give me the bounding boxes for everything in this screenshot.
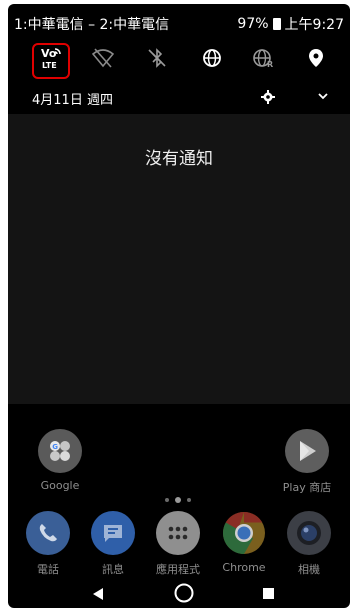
gear-icon[interactable] (261, 90, 275, 104)
page-dot (165, 498, 169, 502)
app-drawer-icon (156, 511, 200, 555)
bluetooth-tile[interactable] (137, 38, 177, 78)
home-icon[interactable] (174, 583, 194, 603)
phone-app[interactable]: 電話 (13, 511, 83, 577)
messages-app[interactable]: 訊息 (78, 511, 148, 577)
back-icon[interactable] (92, 587, 104, 601)
google-folder[interactable]: G Google (25, 429, 95, 492)
app-label: 相機 (298, 563, 320, 576)
phone-screen: 1:中華電信 – 2:中華電信 97% 上午9:27 Vo LTE R 4月11… (8, 4, 350, 608)
play-store-icon (285, 429, 329, 473)
location-tile[interactable] (296, 38, 336, 78)
phone-icon (26, 511, 70, 555)
messages-icon (91, 511, 135, 555)
wifi-tile[interactable] (83, 38, 123, 78)
date-text: 4月11日 週四 (32, 93, 113, 108)
chrome-icon (222, 511, 266, 555)
svg-text:R: R (267, 60, 273, 68)
location-icon (309, 49, 323, 67)
wifi-off-icon (92, 48, 114, 68)
carrier-text: 1:中華電信 – 2:中華電信 (14, 17, 170, 33)
volte-highlight-box (32, 43, 70, 79)
app-label: Play 商店 (282, 481, 332, 494)
battery-icon (272, 18, 281, 30)
roaming-tile[interactable]: R (244, 38, 284, 78)
globe-roaming-icon: R (253, 49, 273, 68)
app-label: Chrome (222, 561, 266, 574)
notification-shade: 沒有通知 (8, 114, 350, 404)
shade-header: 4月11日 週四 (8, 86, 350, 108)
clock: 上午9:27 (284, 17, 344, 33)
play-store-app[interactable]: Play 商店 (272, 429, 342, 495)
globe-icon (203, 49, 221, 67)
app-label: Google (40, 479, 80, 492)
chrome-app[interactable]: Chrome (209, 511, 279, 574)
navigation-bar (8, 578, 350, 608)
page-dot (187, 498, 191, 502)
recents-icon[interactable] (263, 588, 274, 599)
page-dot-active (175, 497, 181, 503)
svg-text:G: G (52, 443, 58, 451)
battery-percent: 97% (237, 16, 269, 32)
chevron-down-icon[interactable] (318, 92, 328, 100)
app-label: 電話 (37, 563, 59, 576)
bluetooth-off-icon (148, 48, 166, 68)
app-label: 應用程式 (156, 563, 200, 576)
camera-icon (287, 511, 331, 555)
app-drawer[interactable]: 應用程式 (143, 511, 213, 577)
no-notifications-text: 沒有通知 (145, 149, 213, 169)
google-folder-icon: G (38, 429, 82, 473)
data-tile[interactable] (192, 38, 232, 78)
status-right: 97% 上午9:27 (237, 14, 344, 34)
status-bar: 1:中華電信 – 2:中華電信 97% 上午9:27 (8, 4, 350, 34)
page-indicator (165, 497, 191, 503)
app-label: 訊息 (102, 563, 124, 576)
camera-app[interactable]: 相機 (274, 511, 344, 577)
